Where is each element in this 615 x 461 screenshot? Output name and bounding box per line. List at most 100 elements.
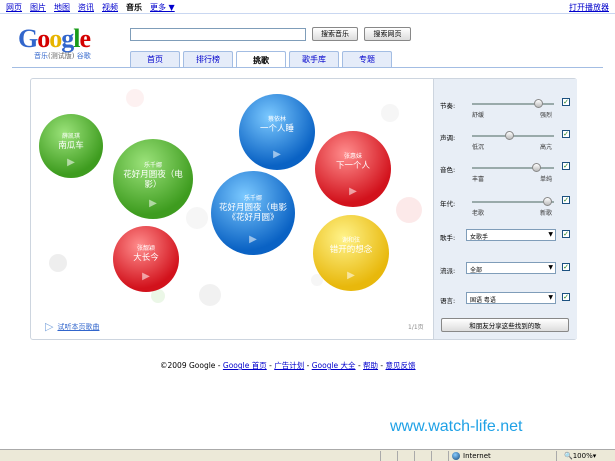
search-input[interactable] bbox=[130, 28, 306, 41]
search-web-button[interactable]: 搜索网页 bbox=[364, 27, 411, 41]
tab-charts[interactable]: 排行榜 bbox=[183, 51, 233, 67]
footer-link-help[interactable]: 帮助 bbox=[363, 361, 378, 370]
song-artist: 张靓颖 bbox=[136, 245, 155, 253]
decor-circle bbox=[381, 104, 399, 122]
song-ball[interactable]: 张靓颖 大长今 ▶ bbox=[113, 226, 179, 292]
song-artist: 薛凯琪 bbox=[61, 132, 80, 140]
nav-maps[interactable]: 地图 bbox=[54, 2, 70, 13]
slider-knob[interactable] bbox=[533, 99, 543, 108]
slider-high-label: 高亢 bbox=[540, 144, 553, 151]
decor-circle bbox=[199, 284, 221, 306]
dropdown-row-singer: 歌手: 女歌手 ▼ ✓ bbox=[440, 229, 574, 243]
decor-circle bbox=[186, 207, 208, 229]
tab-topics[interactable]: 专题 bbox=[342, 51, 392, 67]
listen-page-songs[interactable]: ▷ 试听本页歌曲 bbox=[45, 320, 99, 333]
song-title: 错开的想念 bbox=[329, 244, 373, 255]
song-ball[interactable]: 薛凯琪 南瓜车 ▶ bbox=[39, 114, 103, 178]
status-divider bbox=[431, 450, 432, 461]
security-zone: Internet bbox=[452, 450, 491, 461]
dropdown-row-language: 语言: 国语 粤语 ▼ ✓ bbox=[440, 292, 574, 306]
footer-link-all[interactable]: Google 大全 bbox=[312, 361, 356, 370]
slider-low-label: 老歌 bbox=[472, 210, 485, 217]
globe-icon bbox=[452, 451, 460, 460]
song-ball[interactable]: 乐千娜 花好月圆夜（电影） ▶ bbox=[113, 139, 193, 219]
dropdown-label: 流派: bbox=[440, 267, 456, 275]
decor-circle bbox=[396, 197, 422, 223]
chevron-down-icon: ▼ bbox=[548, 231, 553, 238]
slider-label: 声调: bbox=[440, 134, 456, 142]
nav-music: 音乐 bbox=[126, 3, 142, 12]
slider-row-timbre: 音色: 丰富 单纯 ✓ bbox=[440, 161, 574, 183]
dropdown-checkbox[interactable]: ✓ bbox=[562, 293, 570, 301]
slider-high-label: 单纯 bbox=[540, 176, 553, 183]
slider-row-era: 年代: 老歌 新歌 ✓ bbox=[440, 195, 574, 217]
listen-page-songs-label: 试听本页歌曲 bbox=[57, 322, 100, 331]
search-music-button[interactable]: 搜索音乐 bbox=[312, 27, 358, 41]
status-bar: Internet 🔍 100% ▾ bbox=[0, 449, 615, 461]
nav-web[interactable]: 网页 bbox=[6, 2, 22, 13]
slider-checkbox[interactable]: ✓ bbox=[562, 162, 570, 170]
zone-label: Internet bbox=[463, 451, 491, 460]
song-ball[interactable]: 蔡依林 一个人睡 ▶ bbox=[239, 94, 315, 170]
watermark: www.watch-life.net bbox=[390, 418, 523, 435]
slider-low-label: 丰富 bbox=[472, 176, 485, 183]
song-title: 一个人睡 bbox=[259, 123, 294, 134]
top-divider bbox=[0, 13, 615, 14]
slider-checkbox[interactable]: ✓ bbox=[562, 196, 570, 204]
play-outline-icon: ▷ bbox=[45, 320, 54, 333]
tab-pick-songs[interactable]: 挑歌 bbox=[236, 51, 286, 68]
footer-link-ads[interactable]: 广告计划 bbox=[274, 361, 304, 370]
dropdown-row-genre: 流派: 全部 ▼ ✓ bbox=[440, 262, 574, 276]
dropdown-label: 语言: bbox=[440, 297, 456, 305]
share-with-friends-button[interactable]: 和朋友分享这些找到的歌 bbox=[441, 318, 569, 332]
play-icon: ▶ bbox=[67, 157, 75, 168]
slider-track bbox=[472, 201, 554, 203]
slider-low-label: 低沉 bbox=[472, 144, 485, 151]
song-title: 下一个人 bbox=[335, 160, 370, 171]
slider-checkbox[interactable]: ✓ bbox=[562, 130, 570, 138]
language-select[interactable]: 国语 粤语 ▼ bbox=[466, 292, 556, 304]
genre-select[interactable]: 全部 ▼ bbox=[466, 262, 556, 274]
footer-link-feedback[interactable]: 意见反馈 bbox=[386, 361, 416, 370]
logo-music-label: 音乐 bbox=[34, 52, 48, 60]
status-divider bbox=[556, 450, 557, 461]
song-ball[interactable]: 张惠妹 下一个人 ▶ bbox=[315, 131, 391, 207]
select-value: 全部 bbox=[470, 267, 483, 274]
dropdown-label: 歌手: bbox=[440, 234, 456, 242]
logo-beta-label: (测试版) bbox=[48, 52, 75, 60]
song-ball[interactable]: 乐千娜 花好月圆夜（电影《花好月圆》 ▶ bbox=[211, 171, 295, 255]
song-artist: 张惠妹 bbox=[343, 152, 362, 160]
song-ball[interactable]: 谢和弦 错开的想念 ▶ bbox=[313, 215, 389, 291]
slider-knob[interactable] bbox=[543, 197, 553, 206]
singer-select[interactable]: 女歌手 ▼ bbox=[466, 229, 556, 241]
slider-checkbox[interactable]: ✓ bbox=[562, 98, 570, 106]
top-nav: 网页 图片 地图 资讯 视频 音乐 更多 ▼ bbox=[6, 2, 175, 13]
song-artist: 蔡依林 bbox=[267, 115, 286, 123]
slider-knob[interactable] bbox=[504, 131, 514, 140]
status-divider bbox=[414, 450, 415, 461]
nav-images[interactable]: 图片 bbox=[30, 2, 46, 13]
dropdown-checkbox[interactable]: ✓ bbox=[562, 263, 570, 271]
nav-video[interactable]: 视频 bbox=[102, 2, 118, 13]
footer-link-home[interactable]: Google 首页 bbox=[223, 361, 267, 370]
song-title: 大长今 bbox=[133, 253, 159, 264]
dropdown-checkbox[interactable]: ✓ bbox=[562, 230, 570, 238]
play-icon: ▶ bbox=[273, 149, 281, 160]
slider-high-label: 强烈 bbox=[540, 112, 553, 119]
logo-brand-label: 谷歌 bbox=[76, 52, 91, 60]
nav-news[interactable]: 资讯 bbox=[78, 2, 94, 13]
tab-home[interactable]: 首页 bbox=[130, 51, 180, 67]
song-title: 南瓜车 bbox=[58, 140, 84, 151]
slider-label: 音色: bbox=[440, 166, 456, 174]
tab-artists[interactable]: 歌手库 bbox=[289, 51, 339, 67]
nav-more[interactable]: 更多 ▼ bbox=[150, 2, 175, 13]
decor-circle bbox=[126, 89, 144, 107]
tab-divider bbox=[12, 67, 603, 68]
slider-knob[interactable] bbox=[531, 163, 541, 172]
play-icon: ▶ bbox=[349, 186, 357, 197]
status-divider bbox=[448, 450, 449, 461]
open-player-link[interactable]: 打开播放器 bbox=[569, 2, 609, 13]
zoom-control[interactable]: 🔍 100% ▾ bbox=[564, 450, 596, 461]
google-logo[interactable]: Google bbox=[18, 24, 91, 54]
song-picker-panel: 薛凯琪 南瓜车 ▶ 蔡依林 一个人睡 ▶ 乐千娜 花好月圆夜（电影） ▶ 张惠妹… bbox=[30, 78, 577, 340]
